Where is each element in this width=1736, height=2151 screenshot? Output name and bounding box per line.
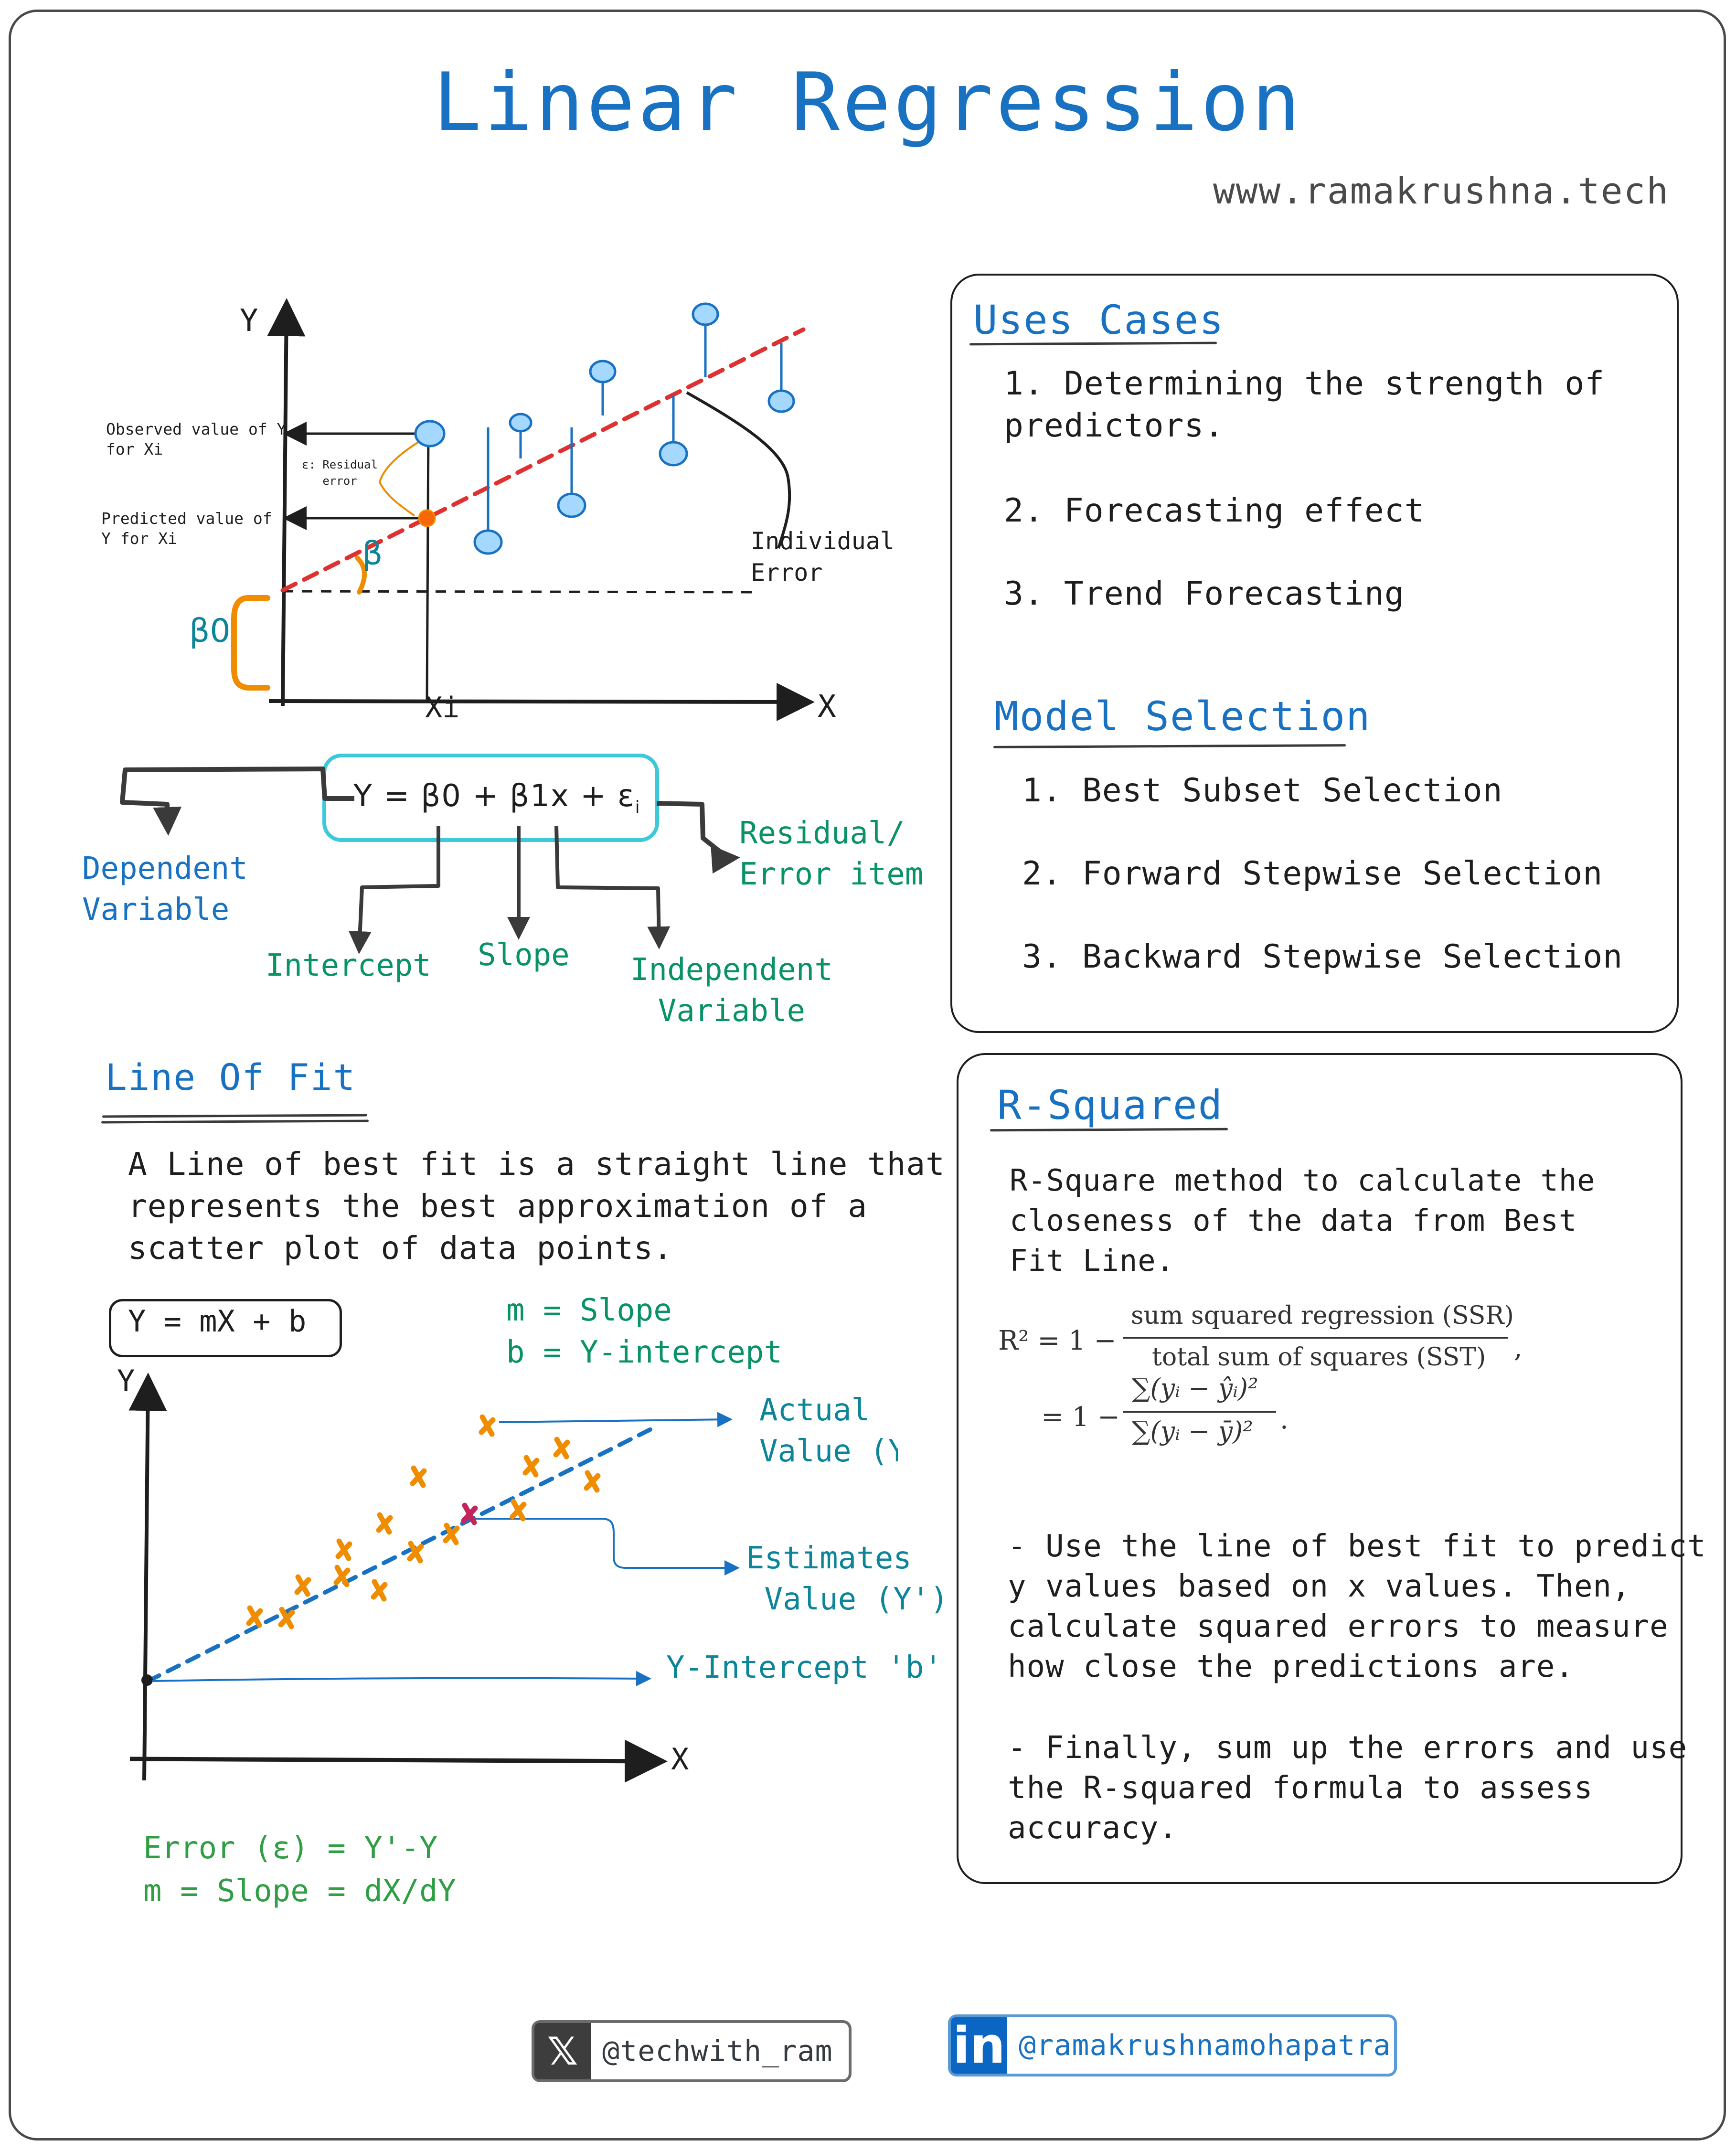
use-cases-heading: Uses Cases <box>973 297 1225 343</box>
linkedin-handle[interactable]: @ramakrushnamohapatra <box>1007 2029 1391 2062</box>
fit-y-axis <box>128 1373 167 1781</box>
actual-value-marker <box>584 1470 601 1493</box>
fit-y-axis-label: Y <box>117 1363 135 1398</box>
actual-value-marker <box>376 1512 393 1535</box>
x-logo-icon: 𝕏 <box>534 2023 591 2079</box>
r-squared-formula-lhs: R² = 1 − <box>998 1325 1117 1356</box>
fraction-bar-2 <box>1123 1411 1276 1413</box>
actual-value-marker <box>479 1414 496 1437</box>
r-squared-formula-denominator-1: total sum of squares (SST) <box>1152 1343 1486 1372</box>
r-squared-description: R-Square method to calculate the closene… <box>1010 1163 1596 1278</box>
actual-value-marker <box>333 1565 351 1587</box>
model-selection-heading: Model Selection <box>994 693 1371 740</box>
r-squared-formula-numerator-2: ∑(yᵢ − ŷᵢ)² <box>1132 1373 1258 1403</box>
model-selection-item-2: 2. Forward Stepwise Selection <box>1022 855 1603 893</box>
actual-value-marker <box>246 1605 263 1628</box>
use-case-item-3: 3. Trend Forecasting <box>1004 575 1405 613</box>
actual-value-marker <box>553 1437 570 1459</box>
y-intercept-point <box>141 1674 153 1686</box>
model-selection-item-3: 3. Backward Stepwise Selection <box>1022 938 1623 976</box>
actual-value-marker <box>410 1465 427 1488</box>
actual-value-marker <box>335 1538 352 1561</box>
slope-formula: m = Slope = dX/dY <box>143 1874 457 1909</box>
actual-value-marker <box>510 1499 527 1522</box>
use-case-item-2: 2. Forecasting effect <box>1004 492 1425 530</box>
twitter-handle[interactable]: @techwith_ram <box>591 2034 833 2068</box>
period: . <box>1280 1404 1289 1435</box>
y-intercept-label: Y-Intercept 'b' <box>666 1650 942 1685</box>
y-intercept-arrow <box>151 1671 651 1686</box>
best-fit-line <box>146 1423 660 1683</box>
comma: , <box>1514 1332 1523 1363</box>
use-case-item-1: 1. Determining the strength of predictor… <box>1004 365 1605 445</box>
r-squared-formula-eq2: = 1 − <box>1041 1402 1120 1433</box>
r-squared-bullet-2: - Finally, sum up the errors and use the… <box>1008 1730 1688 1846</box>
r-squared-bullet-1: - Use the line of best fit to predict y … <box>1008 1529 1706 1684</box>
linkedin-badge[interactable]: in @ramakrushnamohapatra <box>948 2014 1397 2076</box>
estimates-value-label: Estimates Value (Y') <box>746 1541 948 1617</box>
model-selection-item-1: 1. Best Subset Selection <box>1022 772 1503 809</box>
fit-x-axis <box>129 1739 668 1783</box>
fit-x-axis-label: X <box>671 1742 689 1777</box>
r-squared-heading: R-Squared <box>997 1082 1224 1129</box>
actual-value-marker <box>294 1574 311 1597</box>
fraction-bar-1 <box>1123 1337 1508 1339</box>
estimates-value-arrow <box>473 1518 740 1576</box>
error-formula: Error (ε) = Y'-Y <box>143 1831 438 1866</box>
r-squared-formula-numerator-1: sum squared regression (SSR) <box>1131 1301 1514 1330</box>
twitter-badge[interactable]: 𝕏 @techwith_ram <box>532 2020 852 2082</box>
actual-value-marker <box>522 1455 540 1478</box>
r-squared-formula-denominator-2: ∑(yᵢ − ȳ)² <box>1132 1416 1253 1446</box>
actual-value-arrow <box>499 1412 733 1427</box>
linkedin-logo-icon: in <box>951 2016 1007 2075</box>
actual-value-marker <box>371 1579 388 1602</box>
actual-value-label: Actual Value (Y <box>759 1393 898 1469</box>
data-point-markers <box>246 1414 601 1629</box>
